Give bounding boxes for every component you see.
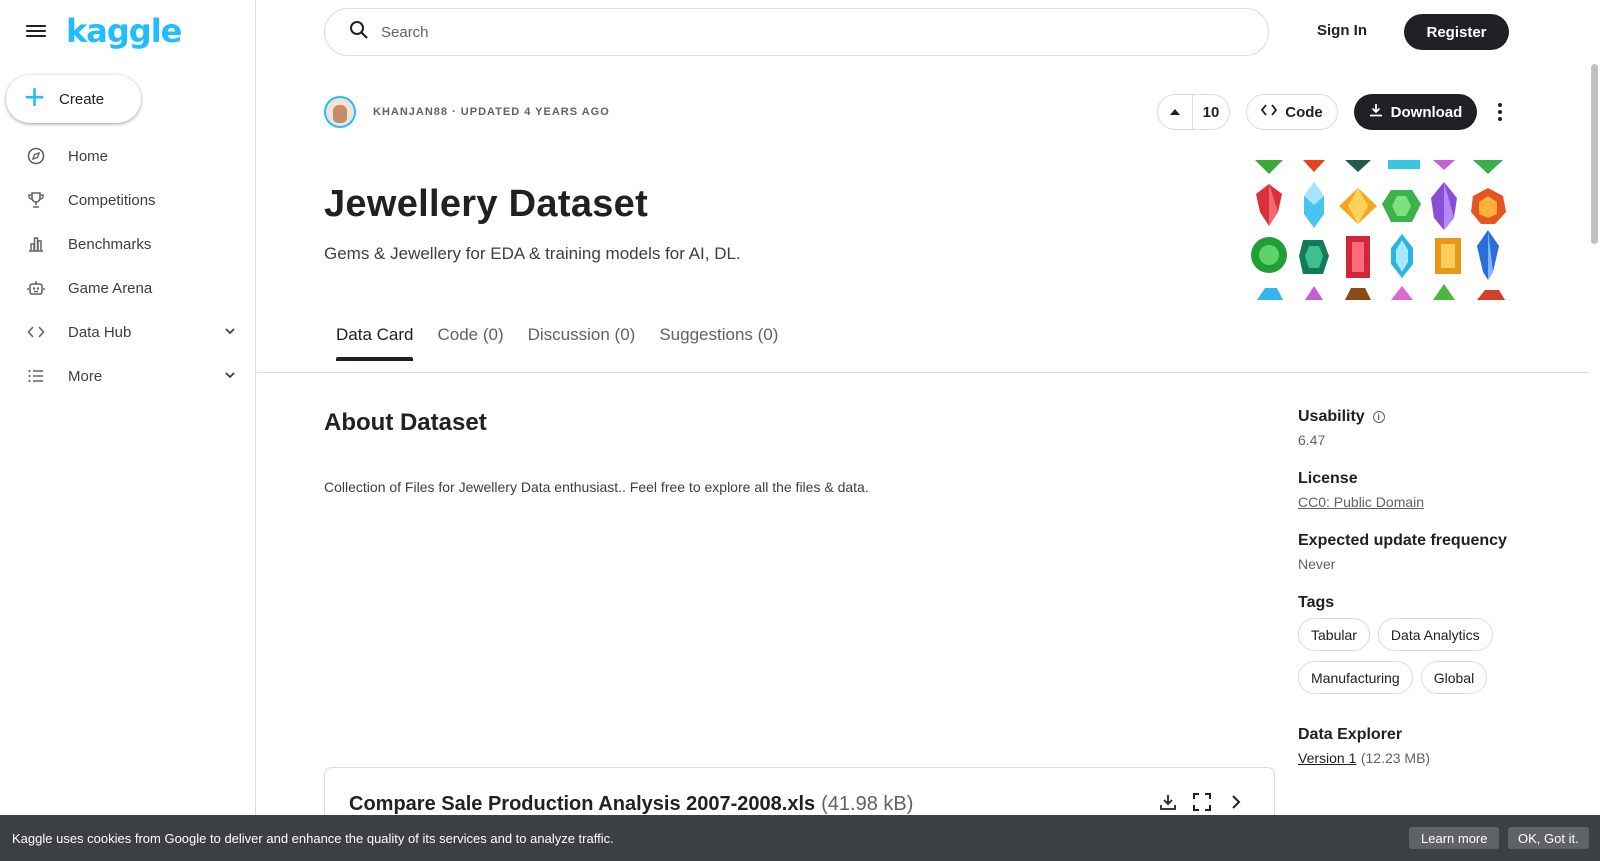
- trophy-icon: [26, 190, 46, 210]
- file-name: Compare Sale Production Analysis 2007-20…: [349, 793, 816, 815]
- plus-icon: +: [24, 76, 46, 117]
- tags-block: Tags Tabular Data Analytics Manufacturin…: [1298, 594, 1538, 694]
- sidebar-item-home[interactable]: Home: [0, 134, 256, 178]
- tabs-divider: [257, 372, 1589, 373]
- info-icon[interactable]: i: [1372, 411, 1385, 423]
- register-button[interactable]: Register: [1404, 14, 1509, 50]
- robot-icon: [26, 278, 46, 298]
- sidebar-item-label: More: [68, 367, 103, 385]
- download-button-label: Download: [1390, 103, 1463, 121]
- about-description: Collection of Files for Jewellery Data e…: [324, 479, 869, 495]
- author-row: KHANJAN88 · UPDATED 4 YEARS AGO: [324, 96, 610, 128]
- chevron-right-icon[interactable]: [1226, 792, 1246, 812]
- search-bar[interactable]: [324, 8, 1269, 56]
- upvote-widget: 10: [1157, 94, 1230, 130]
- data-explorer-block: Data Explorer Version 1 (12.23 MB): [1298, 726, 1538, 768]
- sidebar-item-label: Home: [68, 147, 109, 165]
- sidebar-item-game-arena[interactable]: Game Arena: [0, 266, 256, 310]
- sidebar-item-benchmarks[interactable]: Benchmarks: [0, 222, 256, 266]
- tags-label: Tags: [1298, 594, 1335, 611]
- chevron-down-icon[interactable]: [224, 368, 236, 386]
- code-button[interactable]: Code: [1246, 94, 1338, 130]
- download-icon[interactable]: [1158, 792, 1178, 812]
- sign-in-button[interactable]: Sign In: [1317, 22, 1367, 39]
- compass-icon: [26, 146, 46, 166]
- tab-discussion[interactable]: Discussion (0): [528, 325, 636, 361]
- tab-code[interactable]: Code (0): [437, 325, 503, 361]
- cookie-text: Kaggle uses cookies from Google to deliv…: [12, 830, 614, 846]
- sidebar-item-label: Data Hub: [68, 323, 132, 341]
- avatar[interactable]: [324, 96, 356, 128]
- tag-chip[interactable]: Data Analytics: [1377, 618, 1493, 651]
- dataset-cover-image: [1245, 160, 1525, 300]
- code-button-label: Code: [1285, 103, 1323, 121]
- list-icon: [26, 366, 46, 386]
- frequency-block: Expected update frequency Never: [1298, 532, 1538, 572]
- code-icon: [26, 322, 46, 342]
- file-size: (41.98 kB): [821, 793, 914, 815]
- download-icon: [1369, 103, 1383, 121]
- create-button[interactable]: + Create: [6, 75, 141, 123]
- dataset-metadata-panel: Usability i 6.47 License CC0: Public Dom…: [1298, 408, 1538, 790]
- data-explorer-label: Data Explorer: [1298, 726, 1403, 743]
- cookie-banner: Kaggle uses cookies from Google to deliv…: [0, 815, 1600, 861]
- file-actions: [1158, 792, 1246, 812]
- caret-up-icon: [1170, 105, 1180, 119]
- kaggle-logo[interactable]: kaggle: [66, 12, 182, 50]
- tag-chip[interactable]: Global: [1420, 661, 1488, 694]
- create-label: Create: [59, 90, 105, 108]
- sidebar-item-more[interactable]: More: [0, 354, 256, 398]
- search-input[interactable]: [381, 23, 1181, 41]
- usability-value: 6.47: [1298, 432, 1326, 448]
- sidebar: kaggle + Create Home Competitions Benchm…: [0, 0, 256, 861]
- tab-suggestions[interactable]: Suggestions (0): [659, 325, 778, 361]
- license-block: License CC0: Public Domain: [1298, 470, 1538, 510]
- sidebar-item-label: Benchmarks: [68, 235, 152, 253]
- sidebar-item-label: Competitions: [68, 191, 156, 209]
- usability-block: Usability i 6.47: [1298, 408, 1538, 448]
- fullscreen-icon[interactable]: [1192, 792, 1212, 812]
- tab-data-card[interactable]: Data Card: [336, 325, 414, 361]
- version-link[interactable]: Version 1: [1298, 750, 1356, 766]
- upvote-count: 10: [1202, 103, 1220, 121]
- tab-bar: Data Card Code (0) Discussion (0) Sugges…: [336, 325, 778, 361]
- version-size: (12.23 MB): [1360, 750, 1431, 766]
- scrollbar-thumb[interactable]: [1591, 64, 1598, 244]
- license-link[interactable]: CC0: Public Domain: [1298, 494, 1538, 510]
- sidebar-nav: Home Competitions Benchmarks Game Arena …: [0, 134, 256, 398]
- tag-chip[interactable]: Manufacturing: [1298, 661, 1413, 694]
- download-button[interactable]: Download: [1354, 94, 1477, 130]
- usability-label: Usability: [1298, 408, 1365, 425]
- sidebar-item-label: Game Arena: [68, 279, 153, 297]
- license-label: License: [1298, 470, 1358, 487]
- upvote-button[interactable]: [1158, 95, 1193, 129]
- code-icon: [1261, 103, 1278, 121]
- tag-chip[interactable]: Tabular: [1298, 618, 1370, 651]
- tag-list: Tabular Data Analytics Manufacturing Glo…: [1298, 618, 1523, 694]
- page-title: Jewellery Dataset: [324, 183, 649, 225]
- author-meta: KHANJAN88 · UPDATED 4 YEARS AGO: [373, 106, 610, 118]
- menu-icon[interactable]: [24, 22, 48, 42]
- chevron-down-icon[interactable]: [224, 324, 236, 342]
- sidebar-item-competitions[interactable]: Competitions: [0, 178, 256, 222]
- about-heading: About Dataset: [324, 409, 487, 436]
- bar-chart-icon: [26, 234, 46, 254]
- cookie-ok-button[interactable]: OK, Got it.: [1508, 827, 1589, 849]
- page-subtitle: Gems & Jewellery for EDA & training mode…: [324, 244, 741, 263]
- frequency-label: Expected update frequency: [1298, 532, 1507, 549]
- more-options-icon[interactable]: [1492, 98, 1508, 126]
- sidebar-item-data-hub[interactable]: Data Hub: [0, 310, 256, 354]
- frequency-value: Never: [1298, 556, 1336, 572]
- learn-more-button[interactable]: Learn more: [1409, 827, 1500, 849]
- search-icon: [349, 20, 369, 45]
- scrollbar[interactable]: [1589, 0, 1600, 861]
